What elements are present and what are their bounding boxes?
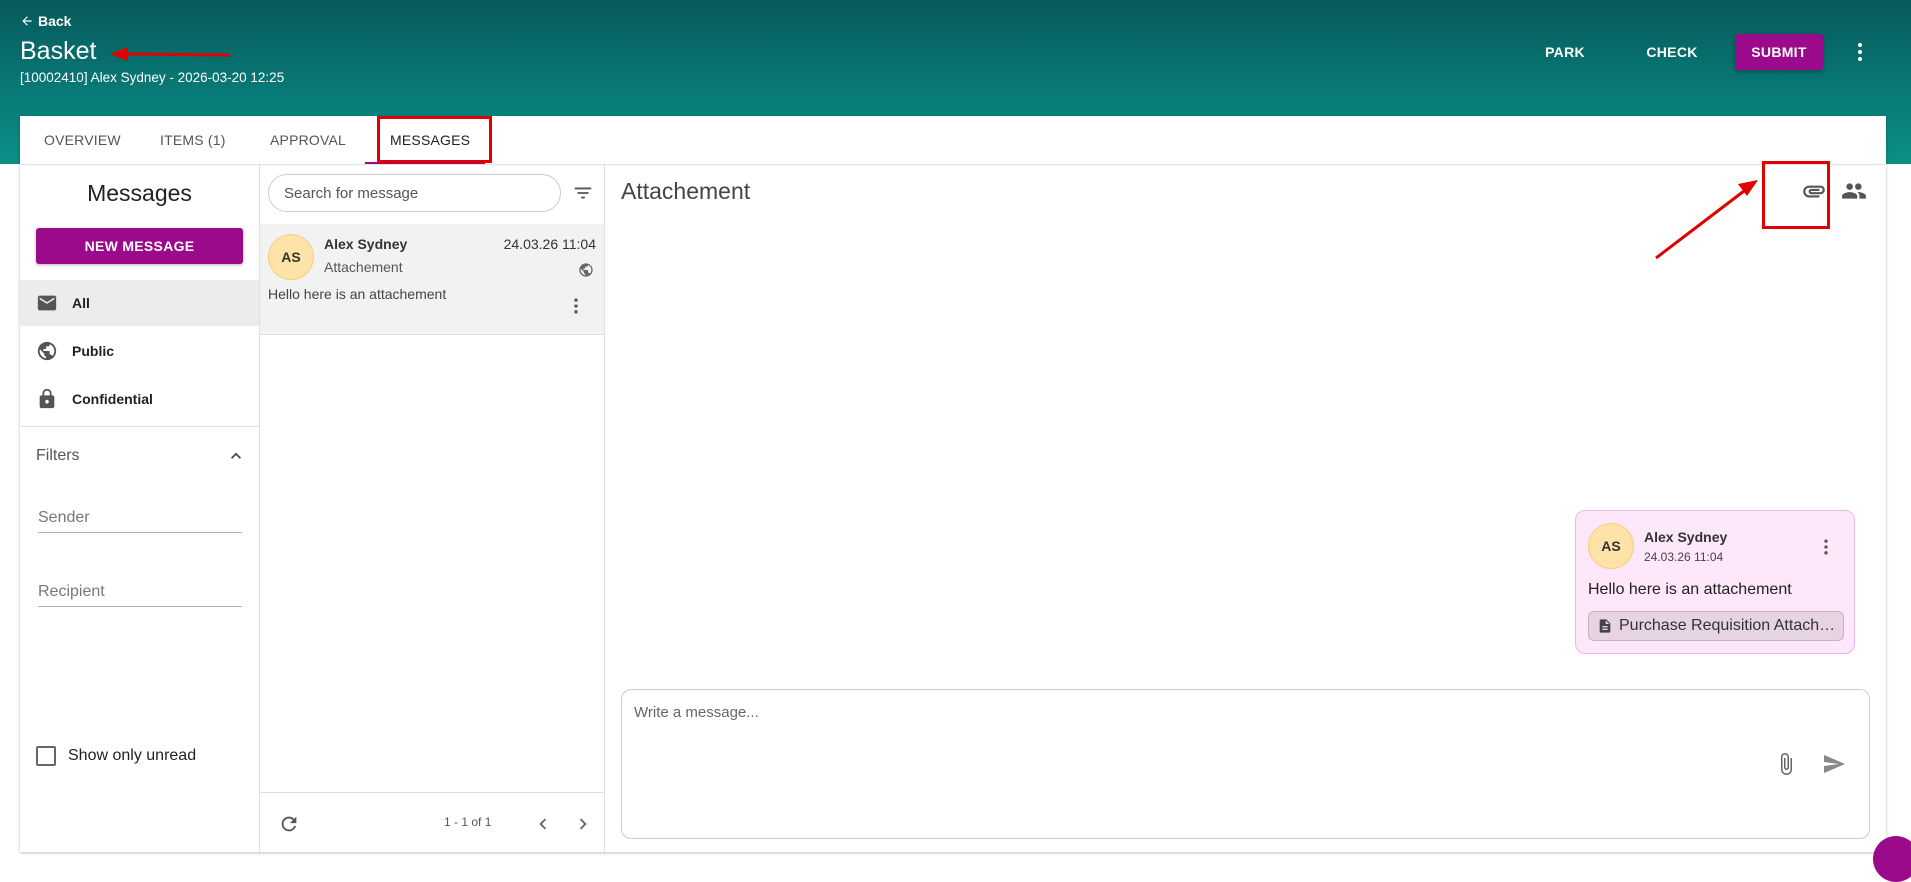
filter-list-icon[interactable] [572, 182, 594, 204]
sidebar-item-label: Public [72, 343, 115, 359]
sidebar-divider [20, 426, 259, 427]
message-subject: Attachement [324, 259, 403, 275]
tab-bar: OVERVIEW ITEMS (1) APPROVAL MESSAGES [20, 116, 1886, 165]
pagination-range: 1 - 1 of 1 [444, 815, 492, 829]
chat-fab[interactable] [1873, 836, 1911, 882]
chevron-right-icon[interactable] [572, 813, 594, 835]
message-bubble: AS Alex Sydney 24.03.26 11:04 Hello here… [1575, 510, 1855, 654]
tab-messages[interactable]: MESSAGES [390, 116, 470, 164]
sender-field[interactable]: Sender [38, 504, 242, 533]
park-button[interactable]: PARK [1525, 34, 1605, 70]
content-card: OVERVIEW ITEMS (1) APPROVAL MESSAGES Mes… [20, 116, 1886, 852]
list-item[interactable]: AS Alex Sydney Attachement 24.03.26 11:0… [260, 224, 604, 335]
attach-file-icon[interactable] [1774, 752, 1798, 776]
back-button[interactable]: Back [20, 13, 71, 29]
thread-title: Attachement [621, 178, 751, 204]
tab-items[interactable]: ITEMS (1) [160, 116, 226, 164]
recipient-field[interactable]: Recipient [38, 578, 242, 607]
avatar: AS [268, 234, 314, 280]
document-icon [1599, 619, 1611, 633]
refresh-icon[interactable] [278, 813, 300, 835]
tab-overview[interactable]: OVERVIEW [44, 116, 121, 164]
show-unread-checkbox[interactable]: Show only unread [36, 746, 196, 766]
sidebar-item-confidential[interactable]: Confidential [20, 376, 259, 422]
attachment-chip[interactable]: Purchase Requisition Attach… [1588, 611, 1844, 641]
bubble-sender: Alex Sydney [1644, 529, 1728, 545]
attachment-icon[interactable] [1801, 178, 1827, 204]
bubble-date: 24.03.26 11:04 [1644, 550, 1724, 564]
chevron-left-icon[interactable] [532, 813, 554, 835]
page-title: Basket [20, 37, 97, 65]
composer-placeholder: Write a message... [634, 704, 759, 721]
sender-label: Sender [38, 509, 90, 526]
pagination-bar: 1 - 1 of 1 [260, 792, 604, 853]
filters-heading: Filters [36, 447, 80, 464]
sidebar-heading: Messages [87, 180, 192, 206]
filters-toggle[interactable]: Filters [36, 444, 246, 468]
message-composer[interactable]: Write a message... [621, 689, 1870, 839]
message-preview: Hello here is an attachement [268, 286, 447, 302]
globe-icon [37, 341, 57, 361]
arrow-left-icon [22, 16, 32, 26]
sidebar-item-public[interactable]: Public [20, 328, 259, 374]
submit-button[interactable]: SUBMIT [1735, 34, 1823, 70]
new-message-button[interactable]: NEW MESSAGE [36, 228, 243, 264]
lock-icon [39, 388, 55, 409]
more-vert-icon[interactable] [1816, 537, 1836, 557]
people-icon[interactable] [1841, 178, 1867, 204]
page-subtitle: [10002410] Alex Sydney - 2026-03-20 12:2… [20, 70, 285, 85]
message-list: Search for message AS Alex Sydney Attach… [260, 164, 605, 852]
mail-icon [37, 295, 57, 311]
messages-sidebar: Messages NEW MESSAGE All Public Confiden… [20, 164, 260, 852]
message-sender: Alex Sydney [324, 236, 408, 252]
send-icon[interactable] [1822, 752, 1846, 776]
show-unread-label: Show only unread [68, 747, 197, 764]
message-thread: Attachement AS Alex Sydney 24.03.26 11:0… [605, 164, 1886, 852]
recipient-label: Recipient [38, 583, 105, 600]
sidebar-item-all[interactable]: All [20, 280, 259, 326]
search-placeholder: Search for message [284, 184, 419, 202]
search-input[interactable]: Search for message [268, 174, 561, 212]
check-button[interactable]: CHECK [1632, 34, 1712, 70]
more-vert-icon[interactable] [1848, 40, 1872, 64]
sidebar-item-label: All [72, 295, 90, 311]
chevron-up-icon [231, 452, 241, 459]
attachment-name: Purchase Requisition Attach… [1619, 617, 1836, 634]
globe-icon [579, 263, 593, 277]
avatar: AS [1588, 523, 1634, 569]
bubble-text: Hello here is an attachement [1588, 581, 1792, 598]
message-date: 24.03.26 11:04 [503, 236, 596, 252]
back-label: Back [38, 13, 72, 29]
checkbox-box[interactable] [36, 746, 56, 766]
tab-approval[interactable]: APPROVAL [270, 116, 346, 164]
more-vert-icon[interactable] [566, 296, 586, 316]
sidebar-item-label: Confidential [72, 391, 153, 407]
